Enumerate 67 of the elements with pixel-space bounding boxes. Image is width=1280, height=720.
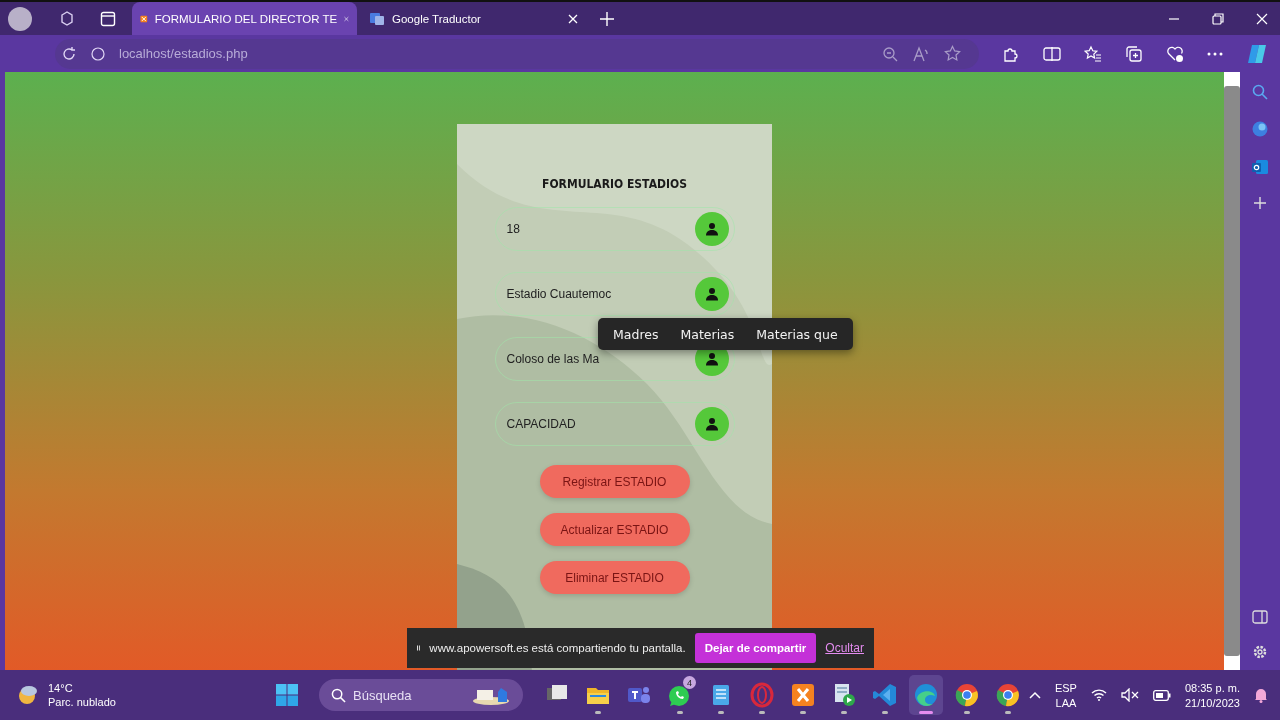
windows-start-icon[interactable] (276, 684, 298, 706)
sidebar-toggle-icon[interactable] (1252, 610, 1268, 624)
zoom-out-icon[interactable] (882, 45, 898, 62)
tab-title: Google Traductor (392, 12, 482, 25)
menu-item[interactable]: Materias que (745, 326, 849, 342)
close-icon[interactable] (1256, 12, 1268, 25)
favorites-icon[interactable] (1084, 44, 1102, 63)
address-bar[interactable]: localhost/estadios.php (55, 38, 979, 69)
collections-icon[interactable] (1125, 44, 1143, 63)
user-icon (694, 407, 729, 441)
muted-speaker-icon[interactable] (1120, 688, 1139, 702)
clock[interactable]: 08:35 p. m. 21/10/2023 (1184, 681, 1240, 709)
form-button[interactable]: Registrar ESTADIO (539, 465, 690, 498)
form-title: FORMULARIO ESTADIOS (542, 177, 687, 191)
battery-icon[interactable] (1152, 689, 1171, 701)
scrollbar[interactable] (1224, 72, 1240, 670)
ribbon-icon (872, 682, 898, 708)
wifi-icon[interactable] (1090, 689, 1107, 701)
profile-avatar[interactable] (8, 6, 32, 31)
chevron-up-icon[interactable] (1028, 691, 1041, 699)
translate-icon (369, 10, 385, 27)
share-message: www.apowersoft.es está compartiendo tu pantalla. (429, 642, 686, 654)
new-tab-icon[interactable] (600, 11, 614, 26)
ring-icon (749, 682, 775, 708)
star-icon[interactable] (944, 45, 961, 62)
stop-sharing-button[interactable]: Dejar de compartir (694, 633, 817, 663)
cross-icon (790, 682, 816, 708)
user-icon (694, 212, 729, 246)
form-button[interactable]: Actualizar ESTADIO (539, 513, 690, 546)
taskbar-app[interactable]: 4 (663, 675, 697, 715)
copilot-icon[interactable] (1246, 42, 1268, 65)
split-screen-icon[interactable] (1043, 45, 1061, 62)
hide-link[interactable]: Ocultar (825, 641, 864, 655)
search-icon (331, 688, 346, 703)
restore-icon[interactable] (1212, 12, 1224, 25)
notification-badge: 4 (683, 676, 696, 689)
settings-icon[interactable] (1252, 644, 1268, 660)
reload-icon[interactable] (61, 45, 77, 62)
mail-icon[interactable] (1251, 158, 1269, 176)
circle-logo-icon (954, 682, 980, 708)
input-field[interactable]: CAPACIDAD (494, 402, 735, 446)
close-icon[interactable] (568, 13, 578, 24)
read-aloud-icon[interactable] (912, 45, 930, 62)
workspaces-icon[interactable] (58, 9, 76, 28)
language-indicator[interactable]: ESP LAA (1054, 681, 1077, 709)
more-icon[interactable] (1207, 51, 1223, 56)
search-field[interactable]: Búsqueda (319, 679, 523, 711)
pause-icon[interactable] (417, 642, 421, 654)
heart-icon[interactable] (1166, 44, 1184, 63)
url-text: localhost/estadios.php (119, 46, 248, 61)
info-icon[interactable] (91, 46, 105, 61)
sphere-icon[interactable] (1251, 120, 1269, 138)
circle-logo-icon (995, 682, 1021, 708)
search-icon[interactable] (1252, 84, 1268, 100)
form-button[interactable]: Eliminar ESTADIO (539, 561, 690, 594)
swirl-icon (913, 682, 939, 708)
tab-title: FORMULARIO DEL DIRECTOR TE (154, 12, 338, 25)
temperature: 14°C (48, 682, 74, 694)
taskbar-app[interactable] (909, 675, 943, 715)
input-field[interactable]: Estadio Cuautemoc (494, 272, 735, 316)
browser-tab[interactable]: Google Traductor (361, 2, 586, 35)
user-icon (694, 277, 729, 311)
weather-condition: Parc. nublado (48, 696, 116, 708)
browser-tab[interactable]: FORMULARIO DEL DIRECTOR TE (132, 2, 357, 35)
tab-actions-icon[interactable] (100, 10, 116, 27)
add-icon[interactable] (1253, 196, 1267, 210)
bell-icon[interactable] (1254, 687, 1268, 703)
